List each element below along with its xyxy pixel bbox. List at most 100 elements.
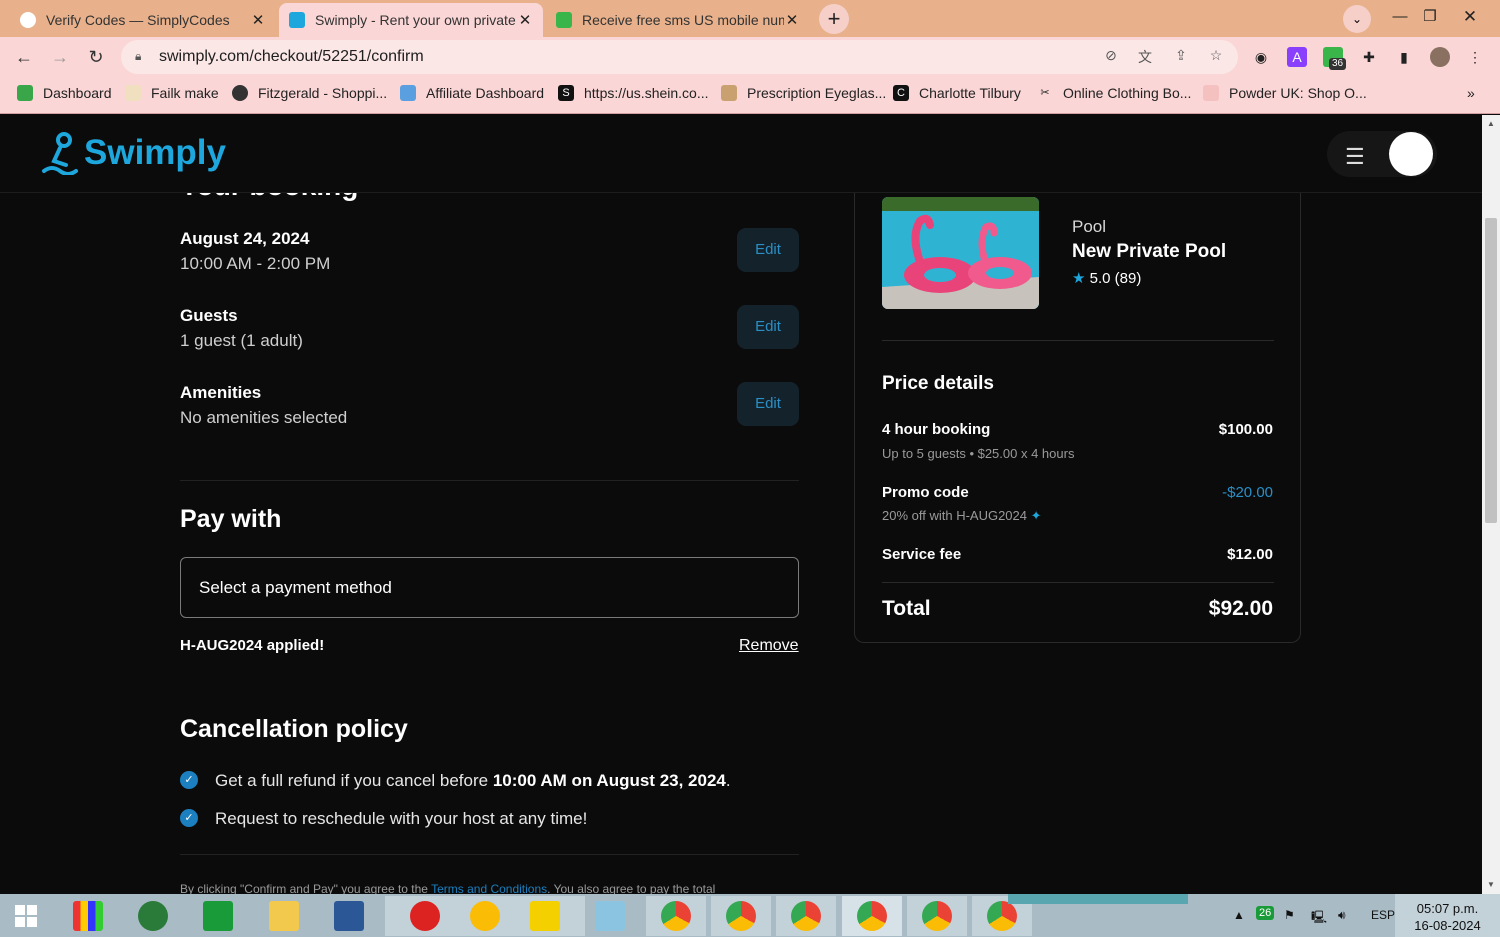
taskbar-chrome-4[interactable]	[842, 896, 902, 936]
glasses-icon	[721, 85, 737, 101]
promo-detail-text: 20% off with H-AUG2024	[882, 508, 1027, 523]
new-tab-button[interactable]: +	[819, 4, 849, 34]
service-fee-amount: $12.00	[1227, 546, 1273, 563]
volume-icon[interactable]: 🔊︎	[1338, 908, 1346, 923]
tab-search-button[interactable]: ⌄	[1343, 5, 1371, 33]
tab-title: Swimply - Rent your own private	[315, 12, 516, 28]
edit-amenities-button[interactable]: Edit	[737, 382, 799, 426]
scroll-down-icon[interactable]: ▼	[1482, 880, 1500, 889]
bookmark-item[interactable]: Shttps://us.shein.co...	[558, 85, 709, 101]
address-bar[interactable]: 🔒︎ swimply.com/checkout/52251/confirm ⊘ …	[121, 40, 1238, 74]
star-icon: ★	[1072, 270, 1086, 287]
guests-value: 1 guest (1 adult)	[180, 331, 303, 350]
close-tab-icon[interactable]: ✕	[517, 11, 533, 29]
bookmark-label: Prescription Eyeglas...	[747, 85, 887, 101]
taskbar-chrome-5[interactable]	[907, 896, 967, 936]
divider	[882, 582, 1274, 583]
system-clock[interactable]: 05:07 p.m. 16-08-2024	[1395, 894, 1500, 937]
tab-sms[interactable]: Receive free sms US mobile num ✕	[546, 3, 810, 37]
translate-icon[interactable]: 文	[1135, 47, 1155, 67]
bookmark-label: Fitzgerald - Shoppi...	[258, 85, 388, 101]
more-menu-icon[interactable]: ⋮	[1465, 47, 1485, 67]
total-amount: $92.00	[1208, 597, 1273, 620]
rating-value: 5.0 (89)	[1089, 270, 1142, 287]
swimply-logo[interactable]: Swimply	[40, 131, 226, 175]
payment-method-select[interactable]: Select a payment method	[180, 557, 799, 618]
blocked-icon[interactable]: ⊘	[1101, 47, 1121, 67]
side-panel-icon[interactable]: ▮	[1394, 47, 1414, 67]
browser-tab-bar: Verify Codes — SimplyCodes ✕ Swimply - R…	[0, 0, 1500, 37]
taskbar-app-winrar[interactable]	[58, 896, 118, 936]
avatar	[1389, 132, 1433, 176]
back-icon[interactable]: ←	[12, 45, 36, 69]
site-header: Swimply ☰	[0, 115, 1482, 193]
divider	[180, 854, 799, 855]
bookmark-item[interactable]: ✂ Online Clothing Bo...	[1037, 85, 1191, 101]
bookmark-icon	[17, 85, 33, 101]
bookmark-item[interactable]: Powder UK: Shop O...	[1203, 85, 1367, 101]
taskbar-app-notes[interactable]	[580, 896, 640, 936]
extension-badge-icon[interactable]: 36	[1323, 47, 1347, 70]
taskbar-word[interactable]	[319, 896, 379, 936]
extension-w-icon[interactable]: ◉	[1251, 47, 1271, 67]
flag-icon[interactable]: ⚑	[1284, 908, 1295, 922]
account-menu-button[interactable]: ☰	[1327, 131, 1437, 177]
bookmarks-overflow-button[interactable]: »	[1467, 85, 1475, 101]
taskbar-app-globe[interactable]	[123, 896, 183, 936]
reload-icon[interactable]: ↻	[84, 45, 108, 69]
chrome-icon	[661, 901, 691, 931]
edit-date-button[interactable]: Edit	[737, 228, 799, 272]
share-icon[interactable]: ⇪	[1171, 47, 1191, 67]
taskbar-running-apps[interactable]	[385, 896, 585, 936]
tab-swimply[interactable]: Swimply - Rent your own private ✕	[279, 3, 543, 37]
app-icon	[203, 901, 233, 931]
bookmark-item[interactable]: Affiliate Dashboard	[400, 85, 544, 101]
scroll-up-icon[interactable]: ▲	[1482, 119, 1500, 128]
taskbar-app-green[interactable]	[188, 896, 248, 936]
profile-avatar[interactable]	[1430, 47, 1450, 67]
listing-rating: ★ 5.0 (89)	[1072, 269, 1141, 287]
page-scrollbar[interactable]: ▲ ▼	[1482, 115, 1500, 894]
close-tab-icon[interactable]: ✕	[784, 11, 800, 29]
listing-name[interactable]: New Private Pool	[1072, 241, 1226, 263]
legal-suffix: . You also agree to pay the total	[547, 882, 716, 894]
bookmark-label: https://us.shein.co...	[584, 85, 709, 101]
bookmark-item[interactable]: C Charlotte Tilbury	[893, 85, 1021, 101]
language-indicator[interactable]: ESP	[1371, 908, 1395, 922]
forward-icon[interactable]: →	[48, 45, 72, 69]
close-tab-icon[interactable]: ✕	[250, 11, 266, 29]
app-icon	[73, 901, 103, 931]
taskbar-chrome-2[interactable]	[711, 896, 771, 936]
close-window-button[interactable]: ✕	[1450, 0, 1490, 37]
bookmark-item[interactable]: Prescription Eyeglas...	[721, 85, 886, 101]
extension-a-icon[interactable]: A	[1287, 47, 1307, 67]
taskbar-chrome-1[interactable]	[646, 896, 706, 936]
tray-badge[interactable]: 26	[1256, 906, 1275, 920]
page-content: Swimply ☰ Your booking August 24, 2024 1…	[0, 115, 1482, 894]
start-button[interactable]	[0, 896, 52, 936]
taskbar-file-explorer[interactable]	[254, 896, 314, 936]
terms-link[interactable]: Terms and Conditions	[431, 882, 547, 894]
pool-photo	[882, 197, 1039, 309]
total-label: Total	[882, 597, 931, 620]
bookmark-star-icon[interactable]: ☆	[1206, 47, 1226, 67]
bookmark-item[interactable]: Dashboard	[17, 85, 112, 101]
sparkle-icon: ✦	[1030, 508, 1042, 523]
taskbar-chrome-3[interactable]	[776, 896, 836, 936]
edit-guests-button[interactable]: Edit	[737, 305, 799, 349]
lock-icon: 🔒︎	[135, 49, 142, 63]
logo-text: Swimply	[84, 133, 226, 172]
tab-simplycodes[interactable]: Verify Codes — SimplyCodes ✕	[10, 3, 276, 37]
url-text[interactable]: swimply.com/checkout/52251/confirm	[159, 48, 424, 66]
scrollbar-thumb[interactable]	[1485, 218, 1497, 523]
extensions-puzzle-icon[interactable]: ✚	[1359, 47, 1379, 67]
tray-overflow-icon[interactable]: ▲	[1233, 908, 1245, 922]
bookmark-item[interactable]: Fitzgerald - Shoppi...	[232, 85, 387, 101]
chrome-icon	[987, 901, 1017, 931]
windows-logo-icon	[15, 905, 37, 927]
network-icon[interactable]: 🖳︎	[1311, 908, 1327, 929]
opera-icon	[410, 901, 440, 931]
bookmark-item[interactable]: Failk make	[125, 85, 219, 101]
remove-promo-link[interactable]: Remove	[739, 637, 799, 655]
restore-button[interactable]: ❐	[1410, 0, 1450, 37]
